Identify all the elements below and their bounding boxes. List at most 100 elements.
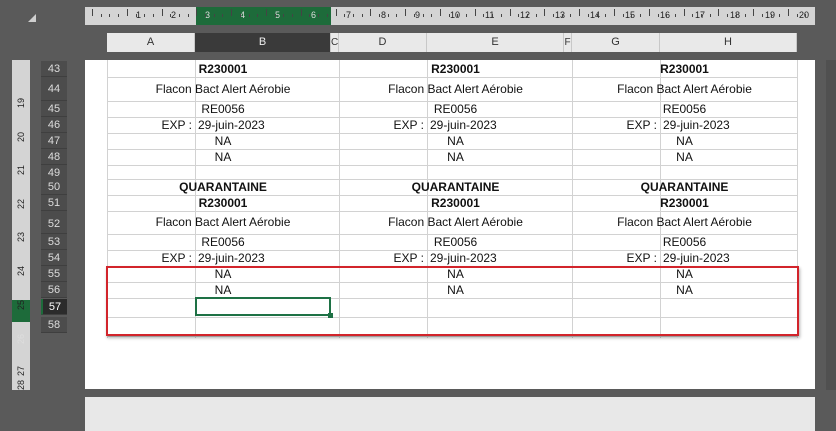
ruler-tick (779, 14, 780, 17)
ruler-tick (701, 14, 702, 17)
cell-product-h1[interactable]: Flacon Bact Alert Aérobie (572, 79, 797, 99)
cell-exp-date-h1[interactable]: 29-juin-2023 (660, 117, 797, 133)
row-header-55[interactable]: 55 (41, 266, 67, 282)
column-header-b[interactable]: B (195, 33, 331, 52)
ruler-tick (336, 9, 337, 16)
row-header-46[interactable]: 46 (41, 117, 67, 133)
row-header-58[interactable]: 58 (41, 317, 67, 333)
ruler-tick (205, 14, 206, 17)
ruler-tick (118, 14, 119, 17)
cell-product-e1[interactable]: Flacon Bact Alert Aérobie (339, 79, 572, 99)
cell-na-e47[interactable]: NA (339, 133, 572, 149)
row-header-50[interactable]: 50 (41, 179, 67, 195)
cell-code-e51[interactable]: R230001 (339, 195, 572, 211)
cell-ref-b1[interactable]: RE0056 (107, 101, 339, 117)
cell-na-h48[interactable]: NA (572, 149, 797, 165)
ruler-tick (501, 14, 502, 17)
vertical-ruler-number-28: 28 (16, 379, 27, 391)
ruler-number-17: 17 (695, 10, 706, 20)
ruler-tick (579, 9, 580, 16)
cell-exp-date-h54[interactable]: 29-juin-2023 (660, 250, 797, 266)
cell-na-b48[interactable]: NA (107, 149, 339, 165)
ruler-tick (344, 14, 345, 17)
cell-product-b1[interactable]: Flacon Bact Alert Aérobie (107, 79, 339, 99)
cell-na-e48[interactable]: NA (339, 149, 572, 165)
row-header-47[interactable]: 47 (41, 133, 67, 149)
ruler-tick (727, 14, 728, 17)
ruler-tick (492, 14, 493, 17)
cell-ref-h1[interactable]: RE0056 (572, 101, 797, 117)
row-header-53[interactable]: 53 (41, 234, 67, 250)
cell-code-b51[interactable]: R230001 (107, 195, 339, 211)
cell-na-h47[interactable]: NA (572, 133, 797, 149)
cell-exp-label-d1[interactable]: EXP : (339, 117, 427, 133)
column-header-bar: A B C D E F G H (107, 33, 797, 52)
cell-product-b52[interactable]: Flacon Bact Alert Aérobie (107, 212, 339, 232)
ruler-number-12: 12 (520, 10, 531, 20)
row-header-43[interactable]: 43 (41, 61, 67, 77)
ruler-tick (588, 14, 589, 17)
cell-code-h1[interactable]: R230001 (572, 61, 797, 77)
row-header-54[interactable]: 54 (41, 250, 67, 266)
cell-exp-date-b1[interactable]: 29-juin-2023 (195, 117, 339, 133)
ruler-tick (797, 14, 798, 17)
cell-ref-b53[interactable]: RE0056 (107, 234, 339, 250)
ruler-tick (153, 14, 154, 17)
cell-status-h50[interactable]: QUARANTAINE (572, 179, 797, 195)
row-header-56[interactable]: 56 (41, 282, 67, 298)
ruler-tick (162, 9, 163, 16)
ruler-tick (127, 9, 128, 16)
row-header-51[interactable]: 51 (41, 195, 67, 211)
select-all-corner[interactable] (28, 14, 36, 22)
cell-ref-e1[interactable]: RE0056 (339, 101, 572, 117)
ruler-tick (266, 9, 267, 16)
cell-exp-label-a1[interactable]: EXP : (107, 117, 195, 133)
column-header-a[interactable]: A (107, 33, 195, 52)
ruler-tick (710, 14, 711, 17)
cell-ref-e53[interactable]: RE0056 (339, 234, 572, 250)
cell-na-b47[interactable]: NA (107, 133, 339, 149)
cell-ref-h53[interactable]: RE0056 (572, 234, 797, 250)
cell-status-e50[interactable]: QUARANTAINE (339, 179, 572, 195)
cell-exp-date-e1[interactable]: 29-juin-2023 (427, 117, 572, 133)
next-page-area (85, 397, 815, 431)
cell-code-e1[interactable]: R230001 (339, 61, 572, 77)
ruler-number-18: 18 (730, 10, 741, 20)
column-header-d[interactable]: D (339, 33, 427, 52)
column-header-h[interactable]: H (660, 33, 797, 52)
vertical-scrollbar[interactable] (826, 60, 836, 390)
column-header-f[interactable]: F (564, 33, 572, 52)
cell-exp-label-g1[interactable]: EXP : (572, 117, 660, 133)
ruler-tick (510, 9, 511, 16)
cell-product-e52[interactable]: Flacon Bact Alert Aérobie (339, 212, 572, 232)
ruler-tick (214, 14, 215, 17)
vertical-ruler-number-21: 21 (16, 164, 27, 176)
cell-exp-date-e54[interactable]: 29-juin-2023 (427, 250, 572, 266)
row-header-48[interactable]: 48 (41, 149, 67, 165)
cell-product-h52[interactable]: Flacon Bact Alert Aérobie (572, 212, 797, 232)
cell-code-b1[interactable]: R230001 (107, 61, 339, 77)
ruler-tick (240, 14, 241, 17)
ruler-tick (431, 14, 432, 17)
gridline (107, 165, 797, 166)
cell-code-h51[interactable]: R230001 (572, 195, 797, 211)
row-header-45[interactable]: 45 (41, 101, 67, 117)
ruler-tick (692, 14, 693, 17)
ruler-tick (614, 9, 615, 16)
ruler-tick (136, 14, 137, 17)
column-header-g[interactable]: G (572, 33, 660, 52)
ruler-tick (640, 14, 641, 17)
vertical-ruler-number-25: 25 (16, 299, 27, 311)
cell-exp-label-d54[interactable]: EXP : (339, 250, 427, 266)
column-header-e[interactable]: E (427, 33, 564, 52)
cell-status-b50[interactable]: QUARANTAINE (107, 179, 339, 195)
ruler-tick (318, 14, 319, 17)
ruler-number-14: 14 (590, 10, 601, 20)
row-header-44[interactable]: 44 (41, 77, 67, 101)
cell-exp-date-b54[interactable]: 29-juin-2023 (195, 250, 339, 266)
column-header-c[interactable]: C (331, 33, 339, 52)
row-header-57[interactable]: 57 (41, 299, 67, 315)
cell-exp-label-a54[interactable]: EXP : (107, 250, 195, 266)
cell-exp-label-g54[interactable]: EXP : (572, 250, 660, 266)
row-header-52[interactable]: 52 (41, 211, 67, 234)
